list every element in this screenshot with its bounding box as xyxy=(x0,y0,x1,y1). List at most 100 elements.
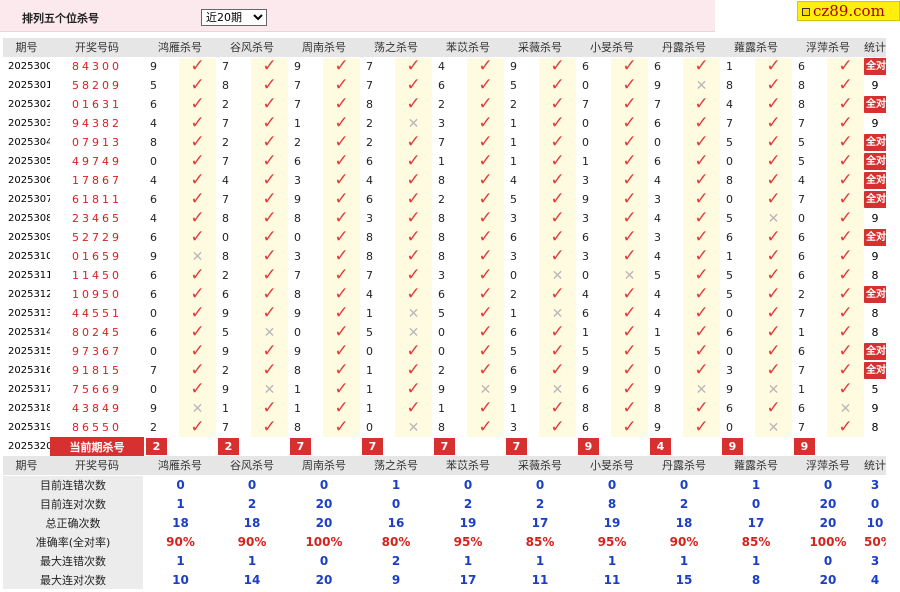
header-expert: 谷风杀号 xyxy=(216,38,288,58)
winning-number: 61811 xyxy=(72,193,122,206)
kill-number: 3 xyxy=(294,250,301,263)
summary-row: 准确率(全对率) 90% 90% 100% 80% 95% 85% 95% 90% 85% 100%… xyxy=(3,532,886,551)
check-icon: ✓ xyxy=(622,152,637,171)
result-cell: ✓ xyxy=(467,304,504,323)
kill-number: 6 xyxy=(438,79,445,92)
result-cell: ✓ xyxy=(683,247,720,266)
kill-number: 9 xyxy=(294,60,301,74)
check-icon: ✓ xyxy=(694,342,709,361)
result-cell: ✓ xyxy=(179,418,216,437)
site-logo[interactable]: cz89.com xyxy=(797,1,900,21)
kill-number: 9 xyxy=(510,383,517,396)
kill-number: 4 xyxy=(438,60,445,74)
period-cell: 2025301 xyxy=(3,76,50,95)
period-cell: 2025317 xyxy=(3,380,50,399)
summary-value: 1 xyxy=(176,553,185,568)
kill-number: 4 xyxy=(654,288,661,301)
result-cell: ✓ xyxy=(467,342,504,361)
stat-value: 全对 xyxy=(864,191,886,208)
check-icon: ✓ xyxy=(694,304,709,323)
result-cell: ✓ xyxy=(323,418,360,437)
kill-number: 0 xyxy=(726,345,733,358)
kill-number: 2 xyxy=(366,136,373,149)
header-expert: 鸿雁杀号 xyxy=(144,38,216,58)
check-icon: ✓ xyxy=(766,342,781,361)
period-cell: 2025316 xyxy=(3,361,50,380)
check-icon: ✓ xyxy=(550,57,565,76)
cross-icon: ✕ xyxy=(767,210,780,227)
kill-number: 1 xyxy=(222,402,229,415)
result-cell: ✓ xyxy=(251,76,288,95)
kill-number: 8 xyxy=(726,174,733,187)
period-select[interactable]: 近20期 xyxy=(201,9,267,26)
summary-value: 1 xyxy=(679,553,689,568)
kill-number: 3 xyxy=(510,212,517,225)
kill-number: 5 xyxy=(510,193,517,206)
result-cell: ✓ xyxy=(539,399,576,418)
check-icon: ✓ xyxy=(622,76,637,95)
check-icon: ✓ xyxy=(334,209,349,228)
check-icon: ✓ xyxy=(406,190,421,209)
result-cell: ✓ xyxy=(179,95,216,114)
kill-number: 7 xyxy=(798,307,805,320)
stat-value: 全对 xyxy=(864,229,886,246)
check-icon: ✓ xyxy=(262,95,277,114)
kill-number: 7 xyxy=(438,136,445,149)
result-cell: ✓ xyxy=(179,133,216,152)
kill-number: 2 xyxy=(294,136,301,149)
result-cell: ✕ xyxy=(539,380,576,399)
header-expert: 谷风杀号 xyxy=(216,456,288,476)
kill-number: 9 xyxy=(726,383,733,396)
winning-number: 52729 xyxy=(72,231,122,244)
kill-number: 6 xyxy=(438,288,445,301)
summary-row: 最大连对次数 10 14 20 9 17 11 11 15 8 20 4 xyxy=(3,570,886,589)
result-cell: ✓ xyxy=(467,190,504,209)
result-cell: ✓ xyxy=(251,399,288,418)
kill-number: 9 xyxy=(294,307,301,320)
kill-number: 7 xyxy=(150,364,157,377)
stat-cell: 8 xyxy=(864,323,886,342)
check-icon: ✓ xyxy=(190,323,205,342)
check-icon: ✓ xyxy=(694,266,709,285)
kill-number: 5 xyxy=(222,326,229,339)
kill-number: 8 xyxy=(654,402,661,415)
result-cell: ✓ xyxy=(179,228,216,247)
result-cell: ✓ xyxy=(539,361,576,380)
result-cell: ✓ xyxy=(827,323,864,342)
kill-number: 4 xyxy=(150,212,157,225)
check-icon: ✓ xyxy=(334,380,349,399)
kill-number: 4 xyxy=(366,174,373,187)
kill-number: 3 xyxy=(294,174,301,187)
check-icon: ✓ xyxy=(622,57,637,76)
kill-number: 8 xyxy=(798,79,805,92)
kill-number: 5 xyxy=(726,269,733,282)
period-cell: 2025300 xyxy=(3,57,50,76)
kill-number: 4 xyxy=(654,212,661,225)
kill-number: 9 xyxy=(222,345,229,358)
kill-number: 8 xyxy=(294,212,301,225)
table-row: 2025303 94382 4 ✓ 7 ✓ 1 ✓ 2 ✕ 3 ✓ 1 ✓ 0 ✓ 6 ✓ 7 ✓ 7 ✓ 9 xyxy=(3,114,886,133)
result-cell: ✓ xyxy=(611,152,648,171)
cross-icon: ✕ xyxy=(407,324,420,341)
summary-value: 95% xyxy=(597,534,627,549)
current-kill-cell: 9 xyxy=(576,437,648,456)
result-cell: ✓ xyxy=(539,95,576,114)
check-icon: ✓ xyxy=(190,228,205,247)
check-icon: ✓ xyxy=(550,133,565,152)
result-cell: ✓ xyxy=(395,285,432,304)
current-kill-value: 9 xyxy=(722,438,743,455)
kill-number: 2 xyxy=(438,193,445,206)
result-cell: ✓ xyxy=(395,76,432,95)
kill-number: 0 xyxy=(438,326,445,339)
cross-icon: ✕ xyxy=(551,267,564,284)
header-expert: 丹露杀号 xyxy=(648,456,720,476)
cross-icon: ✕ xyxy=(191,400,204,417)
result-cell: ✓ xyxy=(539,228,576,247)
logo-text: cz89.com xyxy=(813,2,885,20)
kill-number: 4 xyxy=(150,174,157,187)
check-icon: ✓ xyxy=(190,190,205,209)
summary-row: 目前连错次数 0 0 0 1 0 0 0 0 1 0 3 xyxy=(3,475,886,494)
current-kill-cell: 9 xyxy=(720,437,792,456)
kill-number: 9 xyxy=(654,383,661,396)
check-icon: ✓ xyxy=(262,190,277,209)
